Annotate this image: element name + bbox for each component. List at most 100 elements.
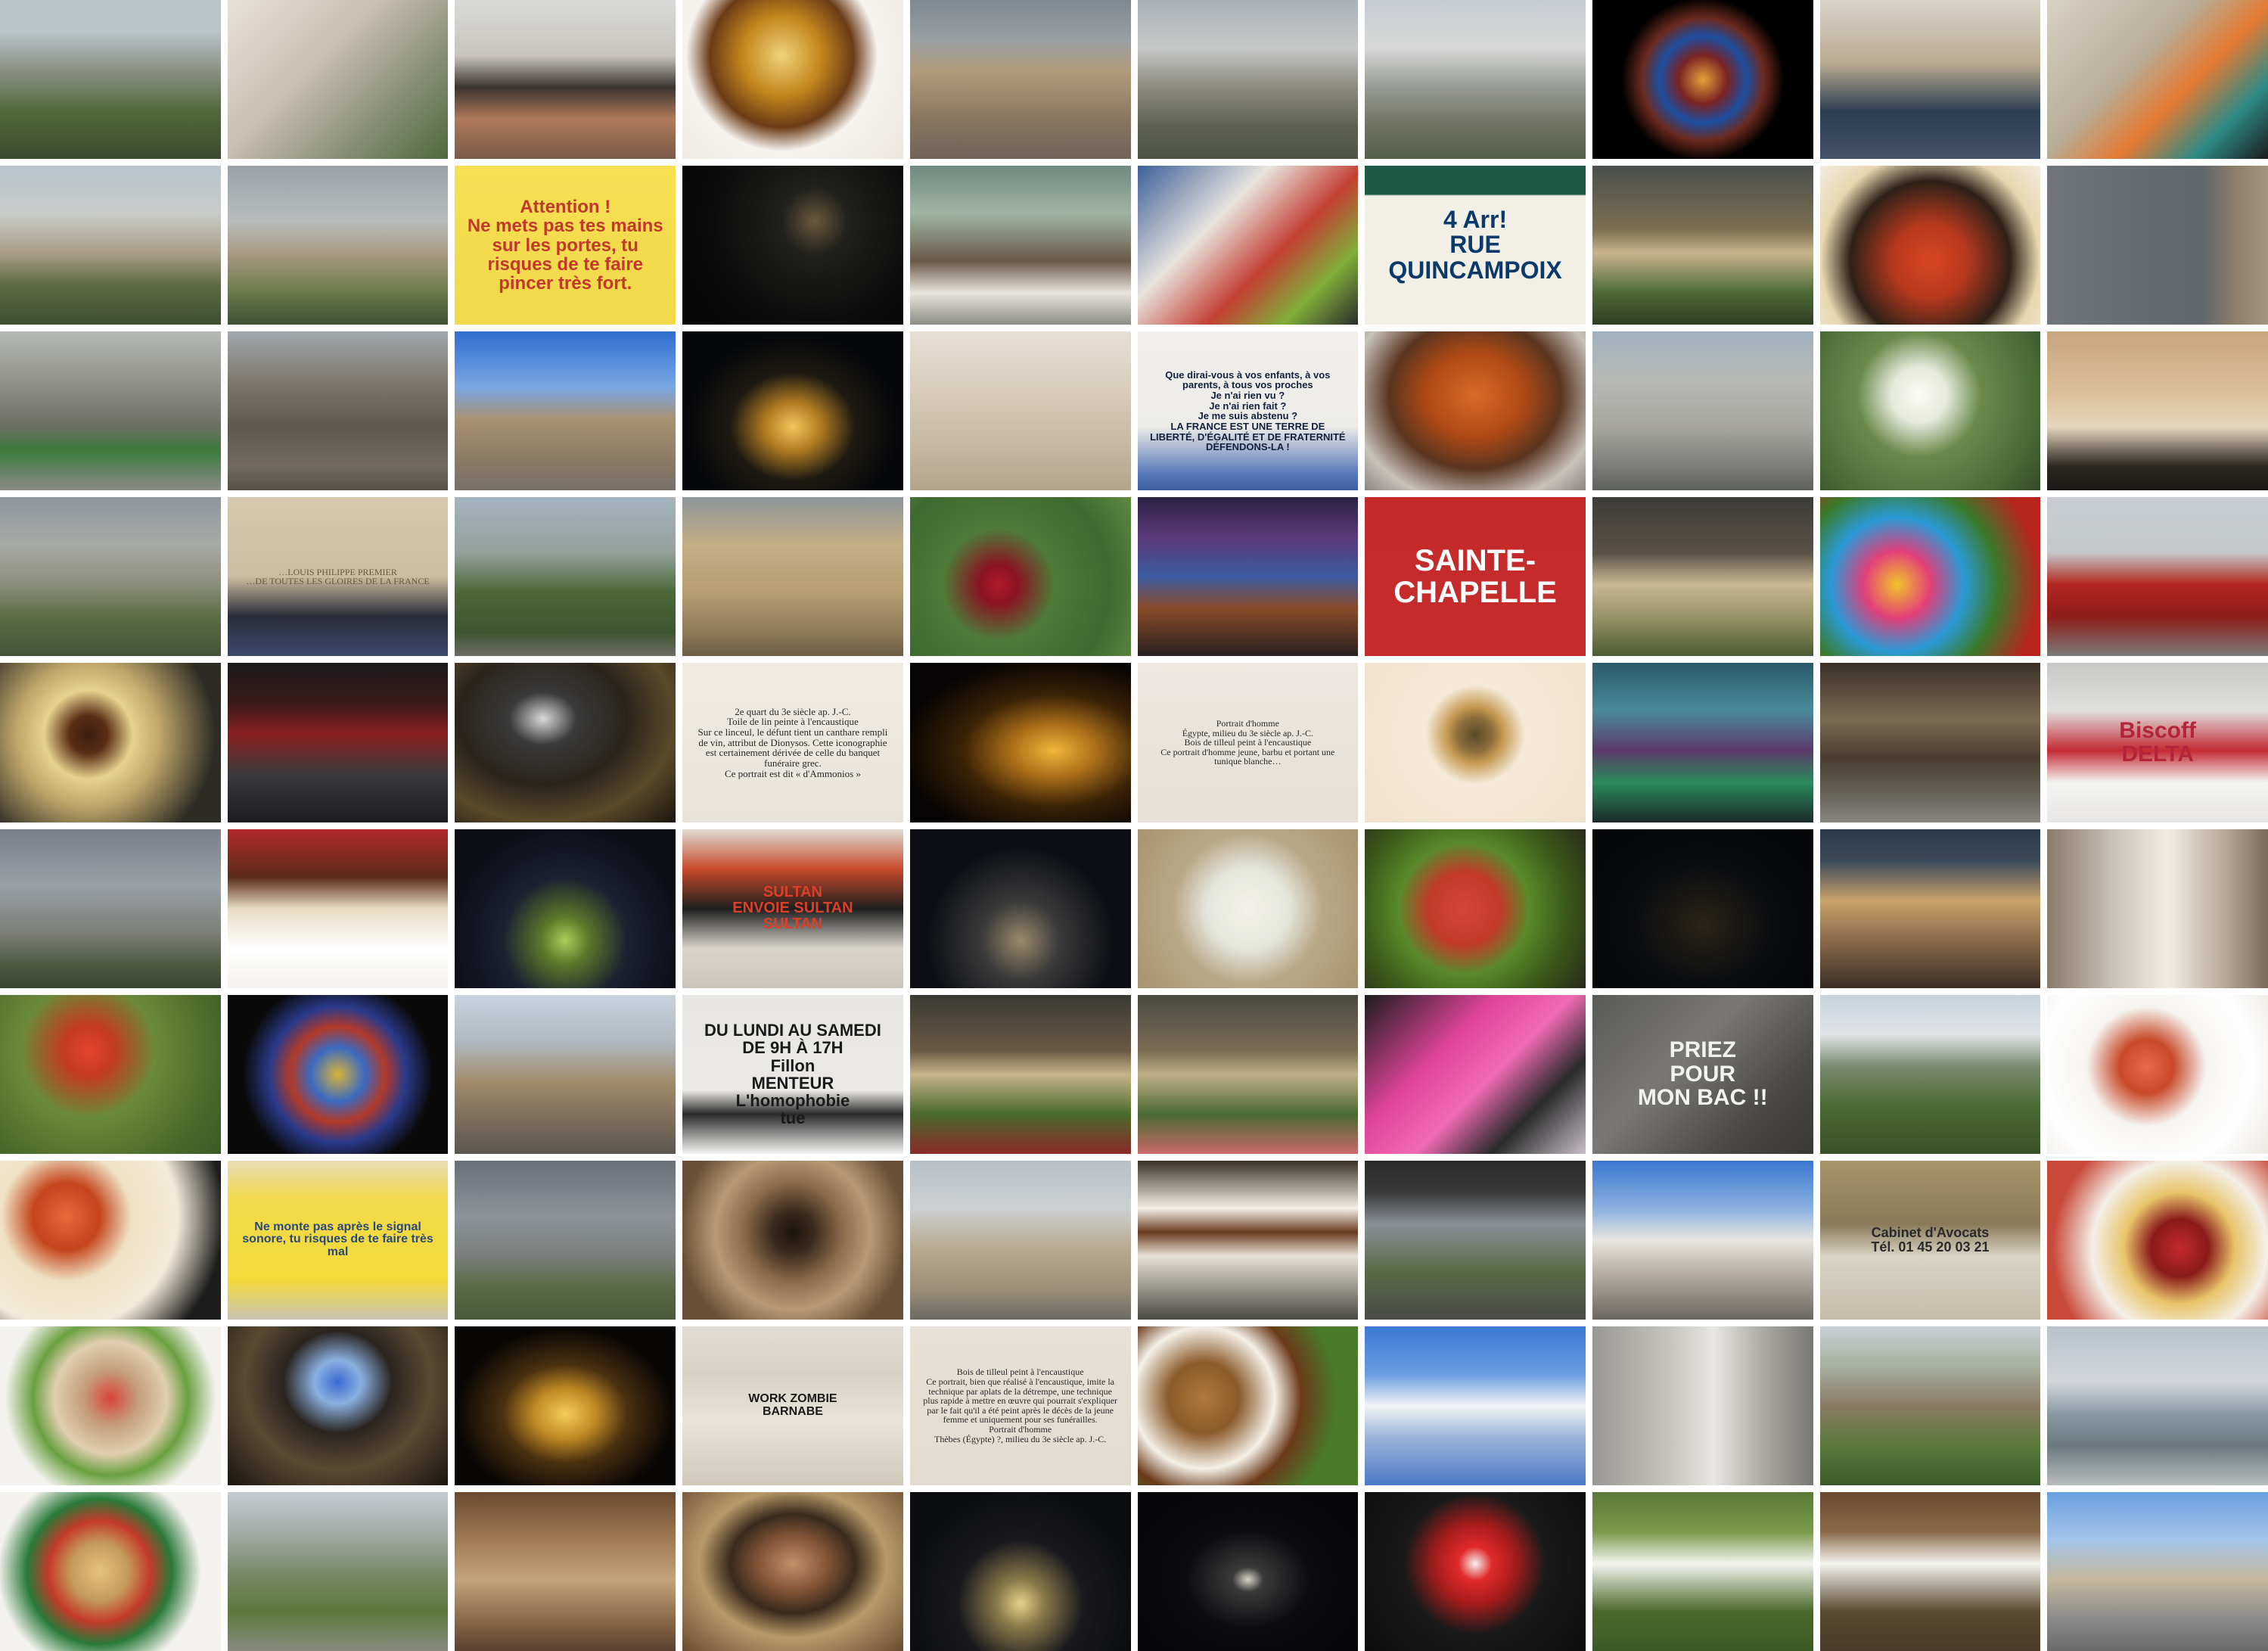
photo-thumbnail[interactable] (1592, 331, 1813, 491)
photo-thumbnail[interactable]: 4 Arr! RUE QUINCAMPOIX (1365, 166, 1586, 325)
photo-thumbnail[interactable]: Cabinet d'Avocats Tél. 01 45 20 03 21 (1819, 1160, 2041, 1320)
photo-thumbnail[interactable] (0, 497, 221, 657)
photo-thumbnail[interactable] (909, 1491, 1131, 1651)
photo-thumbnail[interactable]: Attention ! Ne mets pas tes mains sur le… (455, 166, 676, 325)
photo-thumbnail[interactable] (2047, 1491, 2268, 1651)
photo-thumbnail[interactable] (0, 829, 221, 988)
photo-thumbnail[interactable] (227, 1491, 449, 1651)
photo-thumbnail[interactable] (1365, 331, 1586, 491)
photo-thumbnail[interactable] (682, 1491, 903, 1651)
photo-thumbnail[interactable]: …LOUIS PHILIPPE PREMIER …DE TOUTES LES G… (227, 497, 449, 657)
photo-thumbnail[interactable] (909, 1160, 1131, 1320)
photo-thumbnail[interactable] (1365, 1491, 1586, 1651)
photo-thumbnail[interactable] (1819, 0, 2041, 160)
photo-thumbnail[interactable]: SAINTE- CHAPELLE (1365, 497, 1586, 657)
photo-thumbnail[interactable] (909, 166, 1131, 325)
photo-thumbnail[interactable] (227, 994, 449, 1154)
photo-thumbnail[interactable] (1819, 829, 2041, 988)
photo-thumbnail[interactable] (455, 663, 676, 822)
photo-thumbnail[interactable] (455, 331, 676, 491)
photo-thumbnail[interactable] (1137, 1491, 1359, 1651)
photo-thumbnail[interactable] (227, 0, 449, 160)
photo-thumbnail[interactable] (2047, 0, 2268, 160)
photo-thumbnail[interactable] (909, 497, 1131, 657)
photo-thumbnail[interactable] (2047, 1160, 2268, 1320)
photo-thumbnail[interactable] (0, 1160, 221, 1320)
photo-thumbnail[interactable]: DU LUNDI AU SAMEDI DE 9H À 17H Fillon ME… (682, 994, 903, 1154)
photo-thumbnail[interactable] (455, 0, 676, 160)
photo-thumbnail[interactable] (1592, 1491, 1813, 1651)
photo-thumbnail[interactable]: Que dirai-vous à vos enfants, à vos pare… (1137, 331, 1359, 491)
photo-thumbnail[interactable] (455, 1491, 676, 1651)
photo-thumbnail[interactable] (0, 663, 221, 822)
photo-thumbnail[interactable] (682, 0, 903, 160)
photo-thumbnail[interactable] (1819, 497, 2041, 657)
photo-thumbnail[interactable]: Bois de tilleul peint à l'encaustique Ce… (909, 1326, 1131, 1485)
photo-thumbnail[interactable] (1592, 497, 1813, 657)
photo-thumbnail[interactable] (1365, 994, 1586, 1154)
photo-thumbnail[interactable] (682, 497, 903, 657)
photo-thumbnail[interactable] (909, 829, 1131, 988)
photo-thumbnail[interactable] (682, 1160, 903, 1320)
photo-thumbnail[interactable] (1137, 994, 1359, 1154)
photo-thumbnail[interactable] (0, 994, 221, 1154)
photo-thumbnail[interactable] (227, 1326, 449, 1485)
photo-thumbnail[interactable] (909, 331, 1131, 491)
photo-thumbnail[interactable] (909, 994, 1131, 1154)
photo-thumbnail[interactable] (455, 994, 676, 1154)
photo-thumbnail[interactable] (2047, 1326, 2268, 1485)
photo-thumbnail[interactable] (909, 663, 1131, 822)
photo-thumbnail[interactable] (1365, 663, 1586, 822)
photo-thumbnail[interactable] (1137, 497, 1359, 657)
photo-thumbnail[interactable] (1819, 331, 2041, 491)
photo-thumbnail[interactable] (1819, 1326, 2041, 1485)
photo-thumbnail[interactable]: Portrait d'homme Égypte, milieu du 3e si… (1137, 663, 1359, 822)
photo-thumbnail[interactable] (1365, 1326, 1586, 1485)
photo-thumbnail[interactable] (1819, 994, 2041, 1154)
photo-thumbnail[interactable] (2047, 497, 2268, 657)
photo-thumbnail[interactable] (1592, 1326, 1813, 1485)
photo-thumbnail[interactable] (0, 1491, 221, 1651)
photo-thumbnail[interactable]: Biscoff DELTA (2047, 663, 2268, 822)
photo-thumbnail[interactable] (227, 166, 449, 325)
photo-thumbnail[interactable] (1137, 166, 1359, 325)
photo-thumbnail[interactable] (1365, 1160, 1586, 1320)
photo-thumbnail[interactable] (0, 166, 221, 325)
photo-thumbnail[interactable] (455, 1326, 676, 1485)
photo-thumbnail[interactable] (455, 829, 676, 988)
photo-thumbnail[interactable] (1137, 0, 1359, 160)
photo-thumbnail[interactable] (1592, 829, 1813, 988)
photo-thumbnail[interactable] (1592, 166, 1813, 325)
photo-thumbnail[interactable] (682, 331, 903, 491)
photo-thumbnail[interactable] (227, 331, 449, 491)
photo-thumbnail[interactable] (1819, 1491, 2041, 1651)
photo-thumbnail[interactable] (1137, 1326, 1359, 1485)
photo-thumbnail[interactable] (0, 1326, 221, 1485)
photo-thumbnail[interactable]: SULTAN ENVOIE SULTAN SULTAN (682, 829, 903, 988)
photo-thumbnail[interactable] (1819, 663, 2041, 822)
photo-thumbnail[interactable] (682, 166, 903, 325)
photo-thumbnail[interactable] (1592, 663, 1813, 822)
photo-thumbnail[interactable] (1819, 166, 2041, 325)
photo-thumbnail[interactable] (2047, 994, 2268, 1154)
photo-thumbnail[interactable] (2047, 331, 2268, 491)
photo-thumbnail[interactable] (1137, 829, 1359, 988)
photo-thumbnail[interactable]: Ne monte pas après le signal sonore, tu … (227, 1160, 449, 1320)
photo-thumbnail[interactable] (1365, 0, 1586, 160)
photo-thumbnail[interactable] (1365, 829, 1586, 988)
photo-thumbnail[interactable] (909, 0, 1131, 160)
photo-thumbnail[interactable]: 2e quart du 3e siècle ap. J.-C. Toile de… (682, 663, 903, 822)
photo-thumbnail[interactable]: PRIEZ POUR MON BAC !! (1592, 994, 1813, 1154)
photo-thumbnail[interactable] (1592, 1160, 1813, 1320)
photo-thumbnail[interactable] (0, 0, 221, 160)
photo-thumbnail[interactable]: WORK ZOMBIE BARNABE (682, 1326, 903, 1485)
photo-thumbnail[interactable] (455, 497, 676, 657)
photo-thumbnail[interactable] (227, 663, 449, 822)
photo-thumbnail[interactable] (2047, 829, 2268, 988)
photo-thumbnail[interactable] (2047, 166, 2268, 325)
photo-thumbnail[interactable] (1137, 1160, 1359, 1320)
photo-thumbnail[interactable] (227, 829, 449, 988)
photo-thumbnail[interactable] (455, 1160, 676, 1320)
photo-thumbnail[interactable] (0, 331, 221, 491)
photo-thumbnail[interactable] (1592, 0, 1813, 160)
